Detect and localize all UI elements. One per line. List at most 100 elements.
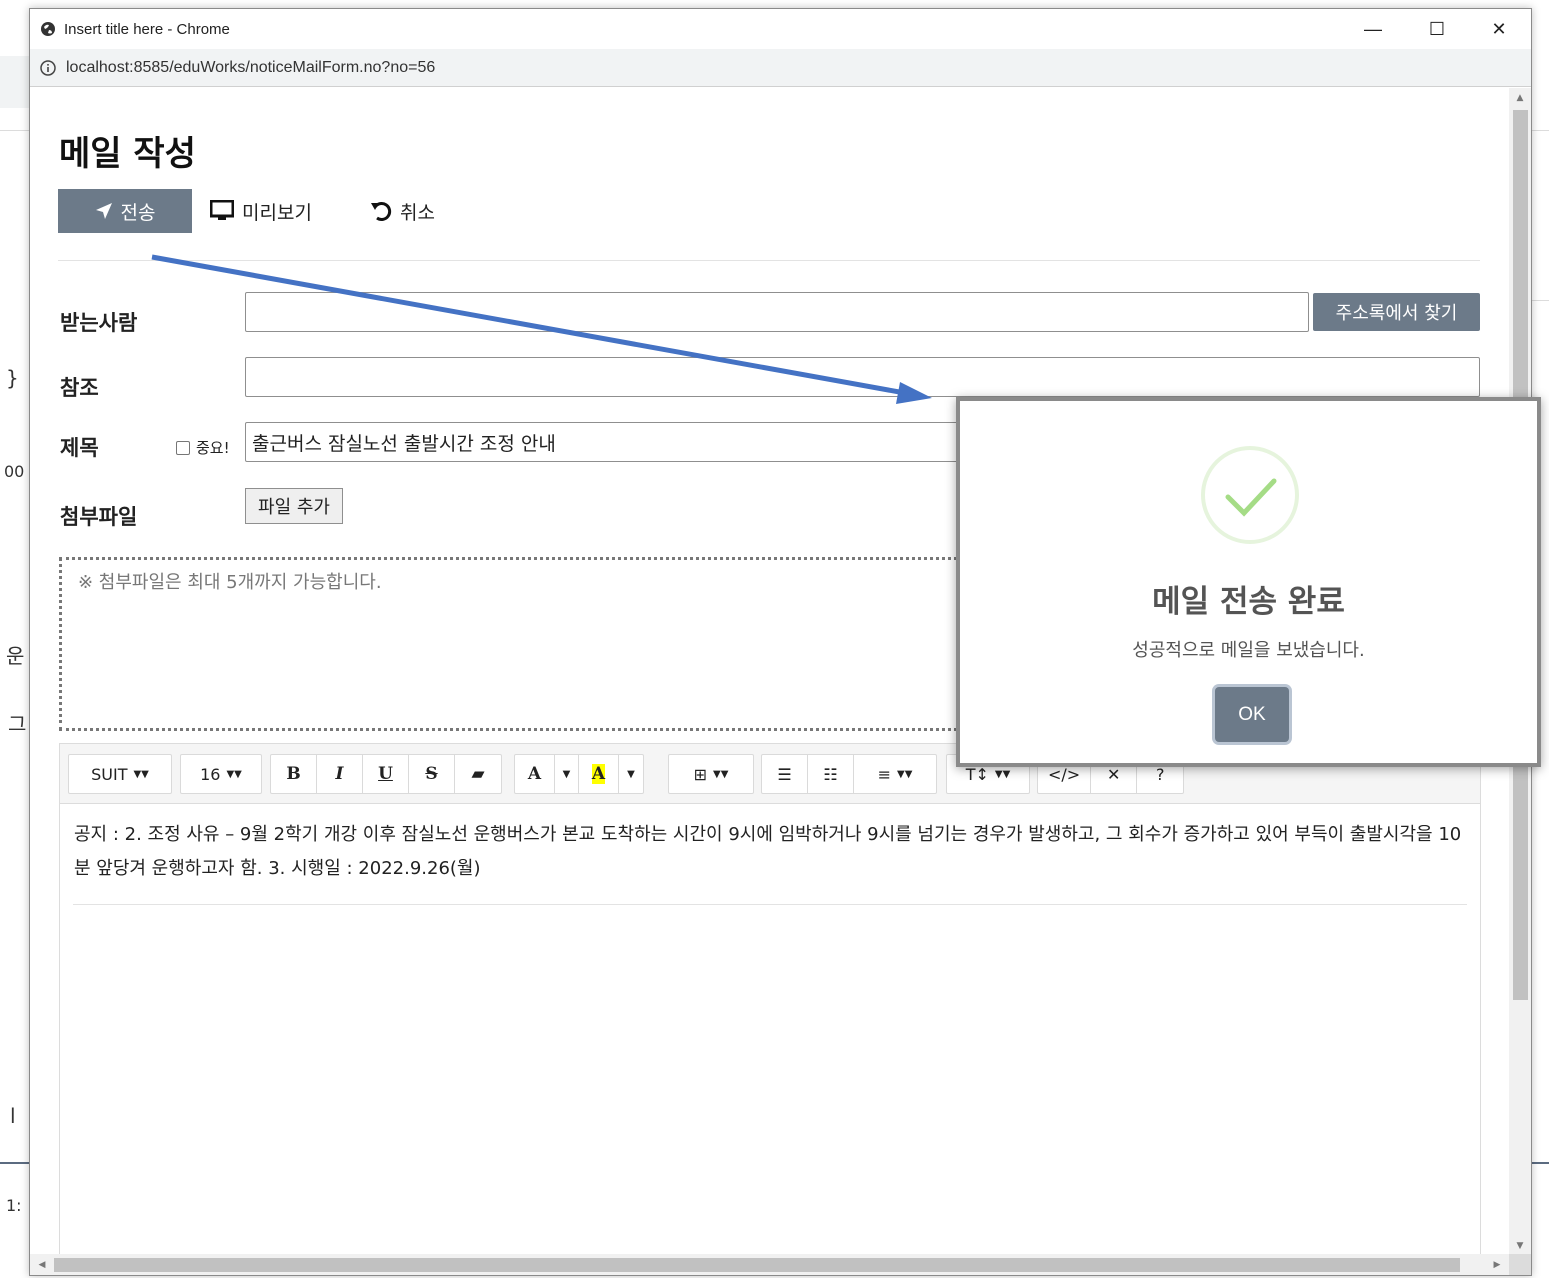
background-divider (1532, 130, 1549, 131)
strike-icon: S (425, 764, 438, 784)
subject-label: 제목 (60, 436, 99, 460)
font-family-select[interactable]: SUIT ▼▼ (69, 755, 171, 793)
background-text: l (10, 1104, 16, 1128)
paragraph-group: ☰ ☷ ≡ ▼▼ (761, 754, 937, 794)
bullet-list-icon: ☰ (777, 764, 792, 784)
maximize-button[interactable]: ☐ (1407, 9, 1467, 49)
background-text: 운 (6, 644, 25, 668)
preview-button-label: 미리보기 (242, 201, 312, 224)
background-text: } (6, 366, 19, 390)
scroll-left-icon[interactable]: ◀ (32, 1254, 52, 1275)
align-icon: ≡ (877, 764, 891, 784)
send-button-label: 전송 (120, 201, 156, 224)
chevron-down-icon: ▼ (627, 768, 635, 780)
background-text: 1: (6, 1196, 22, 1215)
chevron-down-icon: ▼ (562, 768, 571, 780)
background-divider (1532, 300, 1549, 301)
font-color-icon: A (527, 764, 542, 784)
font-family-group: SUIT ▼▼ (68, 754, 172, 794)
monitor-icon (210, 200, 234, 220)
address-bar[interactable]: localhost:8585/eduWorks/noticeMailForm.n… (30, 49, 1531, 87)
line-height-icon: T↕ (965, 764, 989, 784)
header-divider (58, 260, 1480, 261)
highlight-button[interactable]: A (579, 755, 619, 793)
align-button[interactable]: ≡ ▼▼ (854, 755, 936, 793)
background-divider (0, 130, 30, 131)
cancel-button[interactable]: 취소 (370, 189, 435, 233)
italic-icon: I (335, 764, 344, 784)
bold-icon: B (286, 764, 301, 784)
important-checkbox[interactable] (176, 440, 190, 455)
minimize-button[interactable]: — (1343, 9, 1403, 49)
important-checkbox-wrap[interactable]: 중요! (176, 437, 230, 458)
add-file-button[interactable]: 파일 추가 (245, 488, 343, 524)
font-color-button[interactable]: A (515, 755, 555, 793)
underline-button[interactable]: U (363, 755, 409, 793)
title-bar: Insert title here - Chrome — ☐ ✕ (30, 9, 1531, 49)
window-title: Insert title here - Chrome (64, 20, 230, 38)
ordered-list-icon: ☷ (823, 764, 838, 784)
to-input[interactable] (245, 292, 1309, 332)
send-icon (95, 203, 112, 219)
eraser-icon: ▰ (471, 764, 485, 784)
dialog-title: 메일 전송 완료 (1152, 584, 1345, 620)
table-icon: ⊞ (693, 764, 707, 784)
scrollbar-corner (1509, 1254, 1531, 1275)
font-style-group: B I U S ▰ (270, 754, 502, 794)
font-color-dropdown[interactable]: ▼ (555, 755, 579, 793)
chevron-down-icon: ▼▼ (713, 768, 729, 780)
chevron-down-icon: ▼▼ (226, 768, 242, 780)
chevron-down-icon: ▼▼ (133, 768, 149, 780)
bullet-list-button[interactable]: ☰ (762, 755, 808, 793)
color-group: A ▼ A ▼ (514, 754, 644, 794)
cc-label: 참조 (60, 376, 99, 400)
dialog-message: 성공적으로 메일을 보냈습니다. (1132, 640, 1365, 661)
attach-label: 첨부파일 (60, 505, 138, 529)
ordered-list-button[interactable]: ☷ (808, 755, 854, 793)
background-text: 00 (4, 462, 25, 481)
important-label: 중요! (196, 439, 230, 457)
highlight-icon: A (591, 764, 606, 784)
editor-body-text[interactable]: 공지 : 2. 조정 사유 – 9월 2학기 개강 이후 잠실노선 운행버스가 … (74, 818, 1468, 886)
url-text: localhost:8585/eduWorks/noticeMailForm.n… (66, 58, 436, 76)
code-icon: </> (1048, 764, 1081, 784)
success-dialog: 메일 전송 완료 성공적으로 메일을 보냈습니다. OK (956, 397, 1541, 767)
chevron-down-icon: ▼▼ (994, 768, 1011, 780)
table-button[interactable]: ⊞ ▼▼ (669, 755, 753, 793)
editor-divider (73, 904, 1467, 905)
table-group: ⊞ ▼▼ (668, 754, 754, 794)
ok-button[interactable]: OK (1215, 687, 1289, 742)
undo-icon (371, 202, 392, 221)
preview-button[interactable]: 미리보기 (210, 189, 312, 233)
background-divider (0, 1162, 30, 1164)
italic-button[interactable]: I (317, 755, 363, 793)
globe-icon (40, 21, 56, 37)
to-label: 받는사람 (60, 311, 138, 335)
bold-button[interactable]: B (271, 755, 317, 793)
font-family-value: SUIT (91, 764, 128, 784)
attachment-hint: ※ 첨부파일은 최대 5개까지 가능합니다. (78, 572, 382, 593)
scroll-up-icon[interactable]: ▲ (1509, 88, 1531, 108)
scroll-down-icon[interactable]: ▼ (1509, 1236, 1531, 1256)
address-book-button[interactable]: 주소록에서 찾기 (1313, 293, 1480, 331)
background-text: 그 (8, 712, 27, 736)
horizontal-scrollbar[interactable]: ◀ ▶ (30, 1254, 1509, 1275)
send-button[interactable]: 전송 (58, 189, 192, 233)
underline-icon: U (378, 764, 393, 784)
close-button[interactable]: ✕ (1469, 9, 1529, 49)
page-title: 메일 작성 (59, 134, 196, 174)
scroll-right-icon[interactable]: ▶ (1487, 1254, 1507, 1275)
info-icon[interactable] (40, 59, 56, 76)
background-divider (1532, 1162, 1549, 1164)
clear-format-button[interactable]: ▰ (455, 755, 501, 793)
cancel-button-label: 취소 (400, 201, 435, 224)
strike-button[interactable]: S (409, 755, 455, 793)
horizontal-scroll-thumb[interactable] (54, 1258, 1460, 1272)
help-icon: ? (1155, 764, 1165, 784)
chevron-down-icon: ▼▼ (897, 768, 913, 780)
font-size-value: 16 (200, 764, 221, 784)
cc-input[interactable] (245, 357, 1480, 397)
font-size-group: 16 ▼▼ (180, 754, 262, 794)
font-size-select[interactable]: 16 ▼▼ (181, 755, 261, 793)
highlight-dropdown[interactable]: ▼ (619, 755, 643, 793)
